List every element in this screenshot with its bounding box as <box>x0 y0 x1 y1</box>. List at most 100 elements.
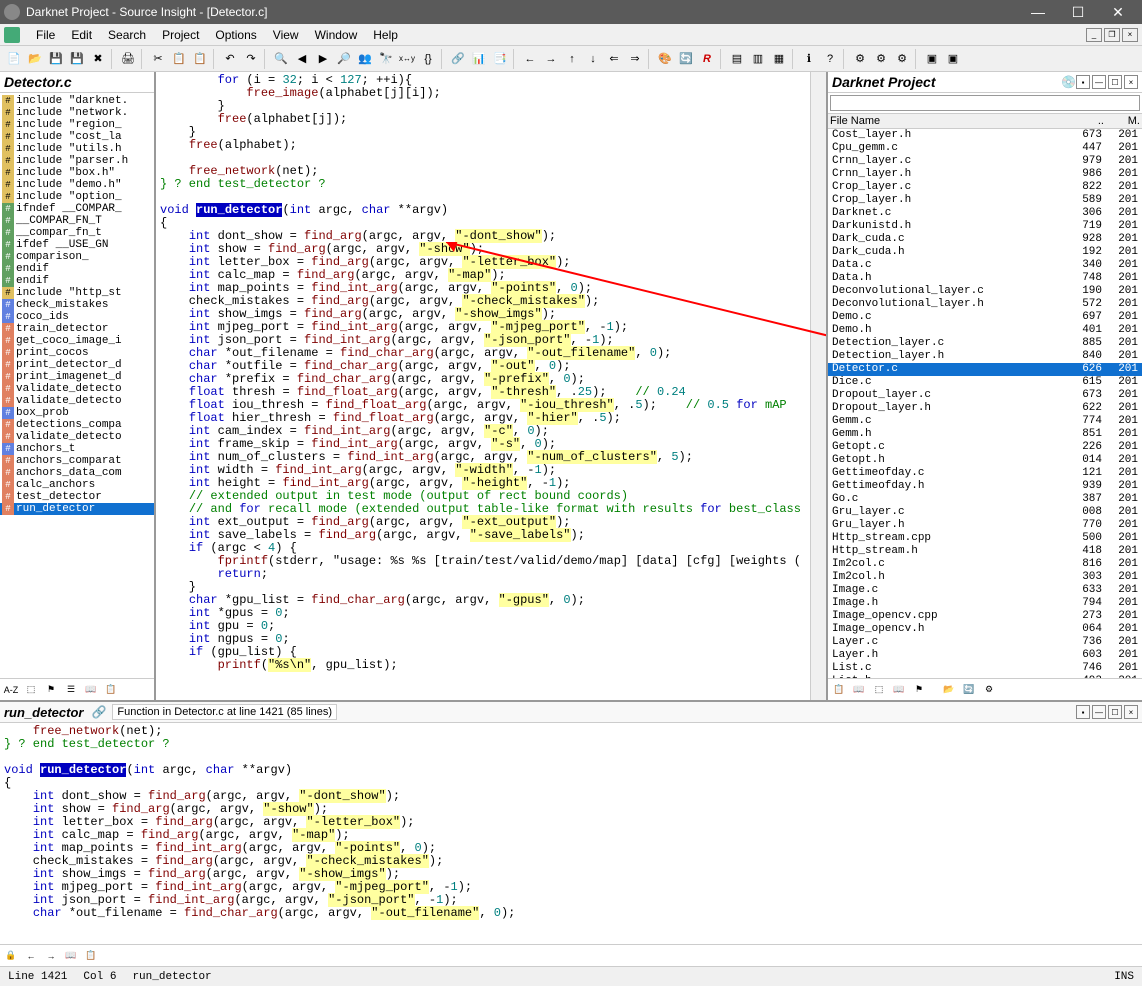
symbol-item[interactable]: # __COMPAR_FN_T <box>0 215 154 227</box>
mdi-minimize-button[interactable]: _ <box>1086 28 1102 42</box>
help-icon[interactable]: ? <box>820 49 840 69</box>
highlight-icon[interactable]: 🎨 <box>655 49 675 69</box>
file-item[interactable]: Image_opencv.cpp273201 <box>828 610 1142 623</box>
symbol-item[interactable]: #validate_detecto <box>0 431 154 443</box>
file-item[interactable]: Data.h748201 <box>828 272 1142 285</box>
info-icon[interactable]: ℹ <box>799 49 819 69</box>
symbol-item[interactable]: #include "network. <box>0 107 154 119</box>
file-list-header[interactable]: File Name .. M. <box>828 114 1142 129</box>
symbol-item[interactable]: #include "cost_la <box>0 131 154 143</box>
file-item[interactable]: Image_opencv.h064201 <box>828 623 1142 636</box>
file-item[interactable]: Http_stream.h418201 <box>828 545 1142 558</box>
menu-search[interactable]: Search <box>100 26 154 44</box>
copy-icon[interactable]: 📋 <box>169 49 189 69</box>
filter-icon[interactable]: ⚑ <box>42 681 60 699</box>
symbol-item[interactable]: #include "box.h" <box>0 167 154 179</box>
ctx-book-icon[interactable]: 📖 <box>62 947 80 965</box>
extra4-icon[interactable]: ▣ <box>922 49 942 69</box>
go-up-icon[interactable]: ↑ <box>562 49 582 69</box>
sync-icon[interactable]: 🔄 <box>676 49 696 69</box>
symbol-item[interactable]: #check_mistakes <box>0 299 154 311</box>
file-item[interactable]: Image.c633201 <box>828 584 1142 597</box>
symbol-list[interactable]: #include "darknet.#include "network. #inc… <box>0 93 154 678</box>
file-item[interactable]: Crnn_layer.h986201 <box>828 168 1142 181</box>
bookmark-icon[interactable]: {} <box>418 49 438 69</box>
save-icon[interactable]: 💾 <box>46 49 66 69</box>
undo-icon[interactable]: ↶ <box>220 49 240 69</box>
file-filter-input[interactable] <box>830 95 1140 111</box>
symbol-item[interactable]: #anchors_comparat <box>0 455 154 467</box>
symbol-item[interactable]: #print_cocos <box>0 347 154 359</box>
file-item[interactable]: Cpu_gemm.c447201 <box>828 142 1142 155</box>
file-item[interactable]: Getopt.h014201 <box>828 454 1142 467</box>
panel-maximize-icon[interactable]: ☐ <box>1108 75 1122 89</box>
symbol-item[interactable]: # __compar_fn_t <box>0 227 154 239</box>
replace-icon[interactable]: x↔y <box>397 49 417 69</box>
file-item[interactable]: Detection_layer.h840201 <box>828 350 1142 363</box>
file-item[interactable]: Gemm.c774201 <box>828 415 1142 428</box>
file-item[interactable]: Dark_cuda.h192201 <box>828 246 1142 259</box>
symbol-item[interactable]: #anchors_t <box>0 443 154 455</box>
code-editor[interactable]: for (i = 32; i < 127; ++i){ free_image(a… <box>156 72 810 700</box>
rp-view2-icon[interactable]: 📖 <box>850 681 868 699</box>
symbol-item[interactable]: #test_detector <box>0 491 154 503</box>
symbol-item[interactable]: #calc_anchors <box>0 479 154 491</box>
file-item[interactable]: Gettimeofday.c121201 <box>828 467 1142 480</box>
symbol-item[interactable]: # ifdef __USE_GN <box>0 239 154 251</box>
panel-minimize-icon[interactable]: — <box>1092 75 1106 89</box>
rp-view4-icon[interactable]: 📖 <box>890 681 908 699</box>
symbol-item[interactable]: #include "parser.h <box>0 155 154 167</box>
file-item[interactable]: Layer.c736201 <box>828 636 1142 649</box>
file-item[interactable]: Demo.c697201 <box>828 311 1142 324</box>
symbol-item[interactable]: #box_prob <box>0 407 154 419</box>
symbol-item[interactable]: #print_detector_d <box>0 359 154 371</box>
tile-v-icon[interactable]: ▥ <box>748 49 768 69</box>
symbol-item[interactable]: #detections_compa <box>0 419 154 431</box>
extra1-icon[interactable]: ⚙ <box>850 49 870 69</box>
go-down-icon[interactable]: ↓ <box>583 49 603 69</box>
ctx-copy-icon[interactable]: 📋 <box>82 947 100 965</box>
reference-window-icon[interactable]: R <box>697 49 717 69</box>
ctx-lock-icon[interactable]: 🔒 <box>2 947 20 965</box>
close-file-icon[interactable]: ✖ <box>88 49 108 69</box>
find-next-icon[interactable]: ▶ <box>313 49 333 69</box>
redo-icon[interactable]: ↷ <box>241 49 261 69</box>
relation-icon[interactable]: 🔗 <box>448 49 468 69</box>
file-item[interactable]: Im2col.c816201 <box>828 558 1142 571</box>
ctx-minimize-icon[interactable]: — <box>1092 705 1106 719</box>
menu-project[interactable]: Project <box>154 26 207 44</box>
symbol-item[interactable]: #anchors_data_com <box>0 467 154 479</box>
context-code-view[interactable]: free_network(net); } ? end test_detector… <box>0 723 1142 944</box>
print-icon[interactable]: 🖨 <box>118 49 138 69</box>
context-link-icon[interactable]: 🔗 <box>91 705 106 719</box>
symbol-item[interactable]: #include "http_st <box>0 287 154 299</box>
symbol-item[interactable]: #include "option_ <box>0 191 154 203</box>
extra5-icon[interactable]: ▣ <box>943 49 963 69</box>
ctx-pin-icon[interactable]: ▪ <box>1076 705 1090 719</box>
menu-edit[interactable]: Edit <box>63 26 100 44</box>
symbol-item[interactable]: #run_detector <box>0 503 154 515</box>
file-item[interactable]: Crop_layer.h589201 <box>828 194 1142 207</box>
file-item[interactable]: Http_stream.cpp500201 <box>828 532 1142 545</box>
panel-close-icon[interactable]: × <box>1124 75 1138 89</box>
rp-sync-icon[interactable]: 🔄 <box>960 681 978 699</box>
minimize-button[interactable]: — <box>1018 0 1058 24</box>
file-item[interactable]: Getopt.c226201 <box>828 441 1142 454</box>
symbol-item[interactable]: # endif <box>0 263 154 275</box>
symbol-item[interactable]: #include "darknet. <box>0 95 154 107</box>
file-item[interactable]: Gru_layer.c008201 <box>828 506 1142 519</box>
browse-icon[interactable]: 👥 <box>355 49 375 69</box>
file-item[interactable]: Deconvolutional_layer.c190201 <box>828 285 1142 298</box>
file-item[interactable]: Dark_cuda.c928201 <box>828 233 1142 246</box>
extra3-icon[interactable]: ⚙ <box>892 49 912 69</box>
ctx-fwd-icon[interactable]: → <box>42 947 60 965</box>
symbol-item[interactable]: #ifndef __COMPAR_ <box>0 203 154 215</box>
file-item[interactable]: Darkunistd.h719201 <box>828 220 1142 233</box>
new-file-icon[interactable]: 📄 <box>4 49 24 69</box>
file-item[interactable]: Darknet.c306201 <box>828 207 1142 220</box>
cut-icon[interactable]: ✂ <box>148 49 168 69</box>
file-item[interactable]: Deconvolutional_layer.h572201 <box>828 298 1142 311</box>
menu-options[interactable]: Options <box>207 26 264 44</box>
symbol-item[interactable]: #get_coco_image_i <box>0 335 154 347</box>
rp-settings-icon[interactable]: ⚙ <box>980 681 998 699</box>
